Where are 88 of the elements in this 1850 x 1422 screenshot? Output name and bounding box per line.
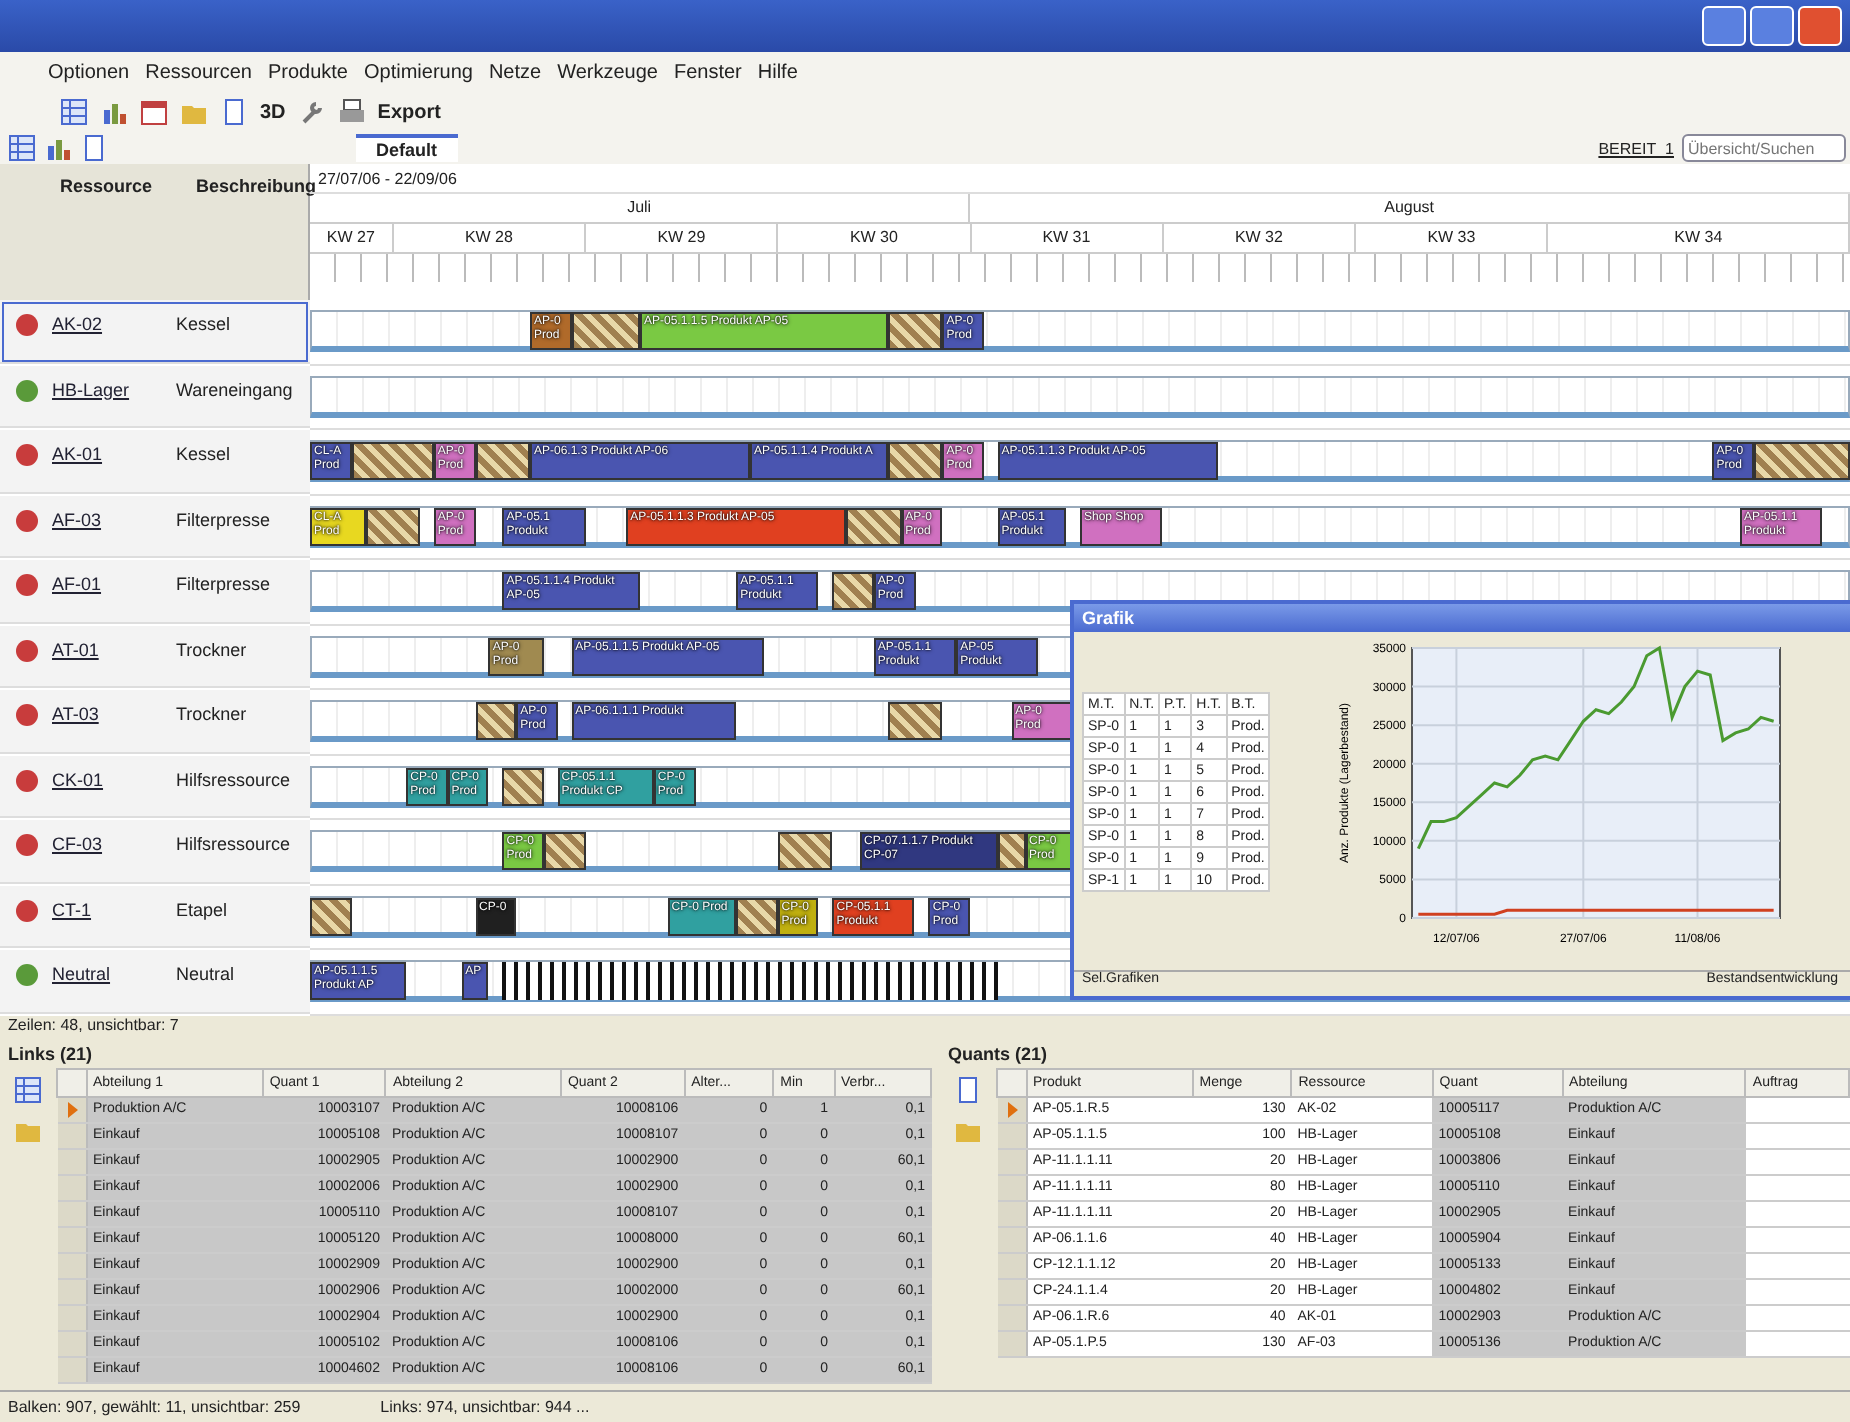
- resource-link[interactable]: HB-Lager: [52, 379, 176, 399]
- setup-bar[interactable]: [475, 442, 530, 480]
- resource-description: Trockner: [176, 639, 249, 659]
- resource-description: Kessel: [176, 444, 233, 464]
- resource-link[interactable]: AF-01: [52, 574, 176, 594]
- resource-link[interactable]: AT-03: [52, 704, 176, 724]
- resource-description: Filterpresse: [176, 574, 273, 594]
- setup-bar[interactable]: [846, 507, 902, 545]
- setup-bar[interactable]: [310, 897, 352, 935]
- resource-link[interactable]: Neutral: [52, 964, 176, 984]
- week-header: KW 34: [1548, 224, 1850, 252]
- status-text: Links: 974, unsichtbar: 944 ...: [380, 1397, 590, 1415]
- week-header: KW 33: [1356, 224, 1549, 252]
- printer-icon[interactable]: [337, 98, 366, 126]
- resource-link[interactable]: CT-1: [52, 899, 176, 919]
- export-button[interactable]: Export: [377, 101, 441, 123]
- calendar-icon[interactable]: [140, 98, 168, 126]
- setup-bar[interactable]: [777, 832, 833, 870]
- menu-item[interactable]: Ressourcen: [145, 61, 252, 83]
- window-title: Grafik: [1082, 608, 1135, 628]
- table-icon[interactable]: [60, 98, 88, 126]
- week-header: KW 27: [310, 224, 394, 252]
- setup-bar[interactable]: [997, 832, 1025, 870]
- resource-link[interactable]: AK-01: [52, 444, 176, 464]
- menu-item[interactable]: Produkte: [267, 61, 348, 83]
- tab[interactable]: Default: [356, 134, 458, 162]
- row-header[interactable]: [997, 1096, 1026, 1122]
- resource-description: Kessel: [176, 314, 233, 334]
- status-text: Balken: 907, gewählt: 11, unsichtbar: 259: [8, 1397, 301, 1415]
- setup-bar[interactable]: [351, 442, 434, 480]
- search-label[interactable]: BEREIT_1: [1598, 139, 1674, 157]
- resource-description: Hilfsressource: [176, 769, 293, 789]
- week-header: KW 31: [971, 224, 1164, 252]
- bar-chart-icon[interactable]: [100, 98, 128, 126]
- setup-bar[interactable]: [365, 507, 420, 545]
- document-icon[interactable]: [220, 98, 248, 126]
- week-header: KW 29: [586, 224, 779, 252]
- week-header: KW 30: [778, 224, 972, 252]
- document-icon[interactable]: [954, 1075, 982, 1103]
- setup-bar[interactable]: [887, 702, 943, 740]
- resource-description: Hilfsressource: [176, 834, 293, 854]
- menu-item[interactable]: Hilfe: [757, 61, 798, 83]
- setup-bar[interactable]: [887, 442, 943, 480]
- menu-item[interactable]: Netze: [488, 61, 542, 83]
- resource-link[interactable]: AT-01: [52, 639, 176, 659]
- barcode-bar[interactable]: [502, 962, 998, 1000]
- date-range[interactable]: 27/07/06 - 22/09/06: [318, 169, 457, 187]
- search-field[interactable]: Übersicht/Suchen: [1682, 134, 1846, 162]
- resource-description: Neutral: [176, 964, 237, 984]
- close-button[interactable]: [1798, 6, 1842, 46]
- resource-link[interactable]: CK-01: [52, 769, 176, 789]
- minimize-button[interactable]: [1702, 6, 1746, 46]
- setup-bar[interactable]: [571, 312, 640, 350]
- setup-bar[interactable]: [543, 832, 585, 870]
- menu-item[interactable]: Werkzeuge: [557, 61, 658, 83]
- row-count: Zeilen: 48, unsichtbar: 7: [8, 1015, 179, 1033]
- setup-bar[interactable]: [1753, 442, 1850, 480]
- wrench-icon[interactable]: [297, 98, 326, 126]
- resource-description: Filterpresse: [176, 509, 273, 529]
- setup-bar[interactable]: [887, 312, 943, 350]
- month-header: August: [970, 194, 1850, 222]
- resource-link[interactable]: CF-03: [52, 834, 176, 854]
- resource-link[interactable]: AF-03: [52, 509, 176, 529]
- week-header: KW 28: [393, 224, 587, 252]
- document-icon[interactable]: [80, 134, 108, 162]
- column-header[interactable]: Ressource: [60, 176, 153, 196]
- setup-bar[interactable]: [736, 897, 778, 935]
- setup-bar[interactable]: [502, 767, 544, 805]
- maximize-button[interactable]: [1750, 6, 1794, 46]
- menu-item[interactable]: Fenster: [673, 61, 742, 83]
- 3d-button[interactable]: 3D: [260, 101, 286, 123]
- month-header: Juli: [310, 194, 971, 222]
- column-header[interactable]: Beschreibung: [196, 176, 317, 196]
- resource-description: Trockner: [176, 704, 249, 724]
- row-header[interactable]: [57, 1096, 86, 1122]
- resource-link[interactable]: AK-02: [52, 314, 176, 334]
- panel-title: Quants (21): [948, 1043, 1048, 1063]
- menu-item[interactable]: Optimierung: [363, 61, 473, 83]
- table-icon[interactable]: [8, 134, 36, 162]
- panel-title: Links (21): [8, 1043, 93, 1063]
- resource-description: Etapel: [176, 899, 230, 919]
- setup-bar[interactable]: [475, 702, 517, 740]
- table-icon[interactable]: [14, 1075, 42, 1103]
- resource-description: Wareneingang: [176, 379, 295, 399]
- menu-item[interactable]: Optionen: [48, 61, 130, 83]
- bar-chart-icon[interactable]: [44, 134, 72, 162]
- week-header: KW 32: [1163, 224, 1357, 252]
- setup-bar[interactable]: [832, 572, 874, 610]
